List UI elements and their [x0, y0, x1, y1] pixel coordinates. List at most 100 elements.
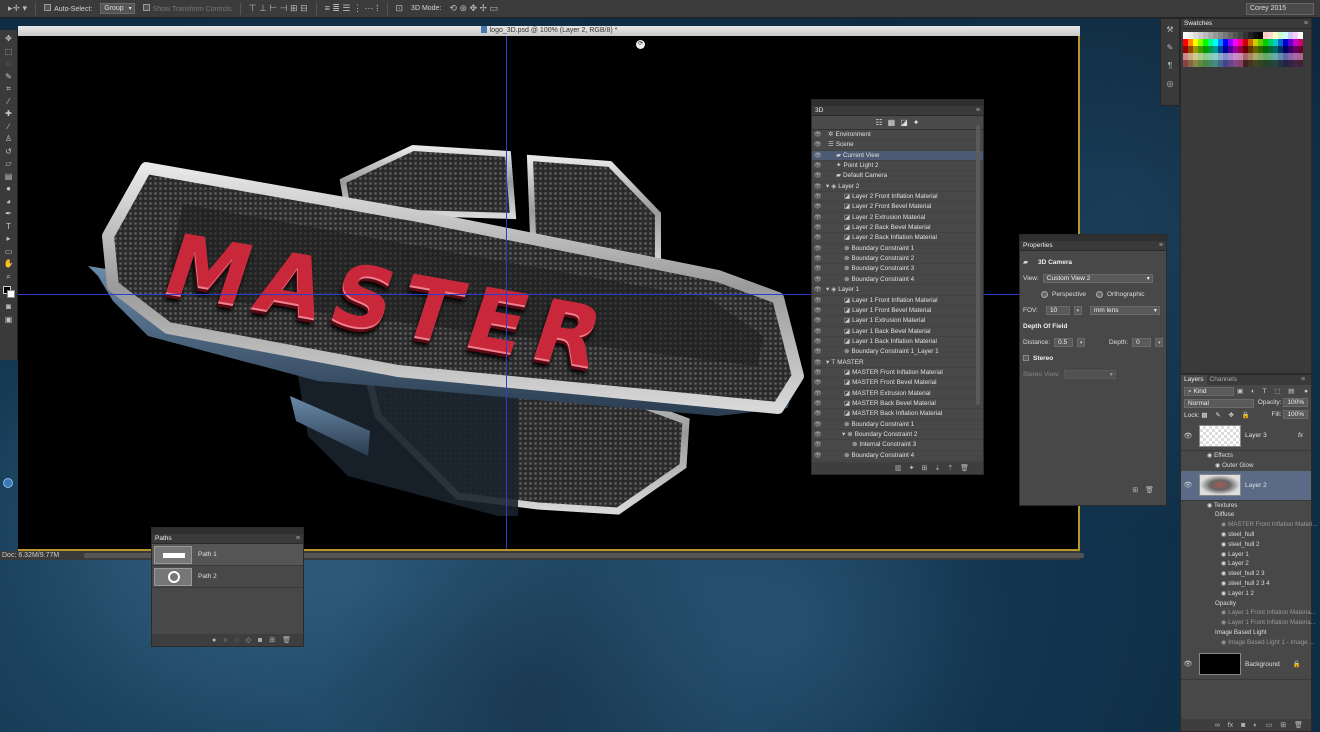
- constraint-icon[interactable]: ⊞: [921, 464, 927, 472]
- auto-align-icon[interactable]: ⊡: [396, 3, 404, 14]
- 3d-scene-row[interactable]: 👁 ◪ Layer 1 Back Bevel Material: [812, 327, 983, 337]
- 3d-scene-row[interactable]: 👁 ◪ MASTER Extrusion Material: [812, 389, 983, 399]
- depth-stepper[interactable]: ▾: [1155, 337, 1164, 347]
- filter-icons[interactable]: ▣ ◐ T ⬚ ▤: [1237, 387, 1297, 395]
- load-selection-icon[interactable]: ◌: [234, 637, 238, 644]
- visibility-eye-icon[interactable]: 👁: [814, 368, 822, 378]
- orthographic-radio[interactable]: [1095, 290, 1103, 298]
- color-swatch[interactable]: [1298, 46, 1303, 53]
- gradient-tool-icon[interactable]: ▤: [2, 171, 16, 184]
- color-swatches[interactable]: [2, 285, 16, 299]
- add-light-icon[interactable]: ✦: [909, 464, 915, 472]
- crop-tool-icon[interactable]: ⌗: [2, 83, 16, 96]
- 3d-orbit-icons[interactable]: ⟲ ⊛ ✥ ✢ ▭: [449, 3, 498, 14]
- visibility-eye-icon[interactable]: 👁: [1181, 660, 1195, 668]
- blur-tool-icon[interactable]: ●: [2, 183, 16, 196]
- 3d-scene-row[interactable]: 👁 ⊗ Internal Constraint 3: [812, 440, 983, 451]
- layer-row-layer2[interactable]: 👁 Layer 2: [1181, 470, 1311, 501]
- make-work-path-icon[interactable]: ◇: [246, 636, 251, 644]
- visibility-eye-icon[interactable]: 👁: [814, 378, 822, 388]
- visibility-eye-icon[interactable]: 👁: [814, 285, 822, 295]
- 3d-scene-row[interactable]: 👁 ⊗ Boundary Constraint 4: [812, 451, 983, 461]
- fov-stepper[interactable]: ▾: [1073, 305, 1082, 315]
- 3d-icon[interactable]: ◎: [1161, 77, 1179, 91]
- stamp-tool-icon[interactable]: ♙: [2, 133, 16, 146]
- 3d-scene-row[interactable]: 👁 ◪ MASTER Back Bevel Material: [812, 399, 983, 410]
- 3d-scene-row[interactable]: 👁 ⊗ Boundary Constraint 1: [812, 244, 983, 255]
- view-dropdown[interactable]: Custom View 2: [1042, 273, 1153, 283]
- opacity-texture-item[interactable]: ◉ Layer 1 Front Inflation Materia...: [1181, 618, 1316, 628]
- character-icon[interactable]: ¶: [1161, 59, 1179, 73]
- meshes-icon[interactable]: ▦: [888, 118, 896, 127]
- eraser-tool-icon[interactable]: ▱: [2, 158, 16, 171]
- 3d-scene-row[interactable]: 👁 ◪ MASTER Front Bevel Material: [812, 378, 983, 389]
- color-swatch[interactable]: [1298, 32, 1303, 39]
- paths-tab[interactable]: Paths: [155, 534, 172, 544]
- 3d-scene-row[interactable]: 👁 ⊗ Boundary Constraint 1: [812, 420, 983, 430]
- lock-icons[interactable]: ▩ ✎ ✥ 🔒: [1201, 412, 1253, 419]
- delete-path-icon[interactable]: 🗑: [282, 636, 291, 644]
- ibl-section-item[interactable]: Image Based Light: [1181, 628, 1311, 638]
- diffuse-item[interactable]: Diffuse: [1181, 510, 1311, 520]
- link-icon[interactable]: ∞: [1215, 722, 1220, 729]
- tool-presets-icon[interactable]: ⚒: [1161, 23, 1179, 37]
- new-layer-icon[interactable]: ⊞: [1280, 721, 1286, 729]
- brush-icon[interactable]: ✎: [1161, 41, 1179, 55]
- visibility-eye-icon[interactable]: 👁: [814, 337, 822, 347]
- move-tool-icon[interactable]: ✥: [2, 33, 16, 46]
- visibility-eye-icon[interactable]: 👁: [814, 182, 822, 192]
- panel-menu-icon[interactable]: ≡: [1159, 241, 1163, 251]
- quick-select-tool-icon[interactable]: ✎: [2, 71, 16, 84]
- 3d-scene-row[interactable]: 👁 ◪ Layer 1 Back Inflation Material: [812, 337, 983, 348]
- diffuse-texture-item[interactable]: ◉ Layer 1: [1181, 550, 1311, 560]
- visibility-eye-icon[interactable]: 👁: [814, 316, 822, 326]
- distance-stepper[interactable]: ▾: [1077, 337, 1085, 347]
- effects-item[interactable]: ◉ Effects: [1181, 451, 1311, 461]
- 3d-scene-row[interactable]: 👁 ◪ Layer 2 Back Inflation Material: [812, 233, 983, 244]
- delete-layer-icon[interactable]: 🗑: [1294, 721, 1303, 729]
- zoom-tool-icon[interactable]: ⌕: [2, 271, 16, 284]
- visibility-eye-icon[interactable]: 👁: [814, 223, 822, 233]
- 3d-scene-row[interactable]: 👁 ▰ Default Camera: [812, 171, 983, 182]
- visibility-eye-icon[interactable]: 👁: [814, 140, 822, 150]
- visibility-eye-icon[interactable]: 👁: [814, 254, 822, 264]
- 3d-scrollbar[interactable]: [976, 125, 980, 405]
- new-path-icon[interactable]: ⊞: [269, 636, 275, 644]
- stereo-view-dropdown[interactable]: [1063, 369, 1116, 379]
- 3d-scene-row[interactable]: 👁 ⊗ Boundary Constraint 1_Layer 1: [812, 347, 983, 358]
- 3d-axis-widget-icon[interactable]: ⟳: [636, 40, 645, 49]
- panel-menu-icon[interactable]: ≡: [976, 106, 980, 116]
- tab-layers[interactable]: Layers: [1181, 375, 1207, 385]
- 3d-scene-row[interactable]: 👁 ◪ MASTER Back Inflation Material: [812, 409, 983, 420]
- screen-mode-icon[interactable]: ▣: [2, 314, 16, 327]
- 3d-scene-row[interactable]: 👁 ⊗ Boundary Constraint 3: [812, 264, 983, 275]
- color-swatch[interactable]: [1298, 53, 1303, 60]
- align-icons[interactable]: ⊤ ⊥ ⊢ ⊣ ⊞ ⊟: [249, 3, 308, 14]
- hand-tool-icon[interactable]: ✋: [2, 258, 16, 271]
- dodge-tool-icon[interactable]: ◕: [2, 196, 16, 209]
- visibility-eye-icon[interactable]: 👁: [814, 420, 822, 430]
- layer-row-background[interactable]: 👁 Background 🔒: [1181, 650, 1311, 680]
- layer-row-layer3[interactable]: 👁 Layer 3 fx: [1181, 421, 1311, 451]
- workspace-switcher[interactable]: Corey 2015: [1246, 3, 1314, 15]
- healing-tool-icon[interactable]: ✚: [2, 108, 16, 121]
- 3d-scene-row[interactable]: 👁 ▾ T MASTER: [812, 358, 983, 368]
- visibility-eye-icon[interactable]: 👁: [814, 171, 822, 181]
- panel-menu-icon[interactable]: ≡: [1298, 375, 1308, 385]
- 3d-scene-row[interactable]: 👁 ◪ Layer 2 Extrusion Material: [812, 213, 983, 224]
- visibility-eye-icon[interactable]: 👁: [814, 264, 822, 274]
- blend-mode-dropdown[interactable]: Normal: [1184, 398, 1254, 408]
- panel-menu-icon[interactable]: ≡: [296, 534, 300, 544]
- 3d-scene-row[interactable]: 👁 ⊗ Boundary Constraint 2: [812, 254, 983, 265]
- materials-icon[interactable]: ◪: [900, 118, 908, 127]
- visibility-eye-icon[interactable]: 👁: [814, 130, 822, 140]
- 3d-scene-row[interactable]: 👁 ◪ MASTER Front Inflation Material: [812, 368, 983, 379]
- 3d-scene-row[interactable]: 👁 ◪ Layer 1 Front Bevel Material: [812, 306, 983, 317]
- 3d-scene-row[interactable]: 👁 ▾ ⊗ Boundary Constraint 2: [812, 430, 983, 441]
- visibility-eye-icon[interactable]: 👁: [814, 440, 822, 450]
- path-item[interactable]: Path 2: [152, 566, 303, 588]
- adjustment-icon[interactable]: ◐: [1253, 722, 1257, 729]
- 3d-scene-row[interactable]: 👁 ▾ ◈ Layer 2: [812, 182, 983, 193]
- add-mask-icon[interactable]: ◙: [258, 637, 262, 644]
- visibility-eye-icon[interactable]: 👁: [814, 389, 822, 399]
